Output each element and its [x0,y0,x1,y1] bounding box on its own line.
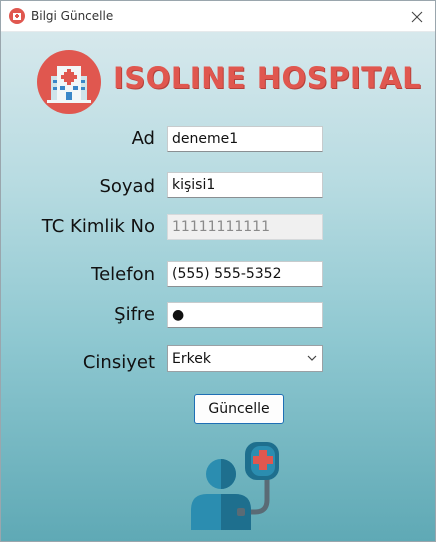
cinsiyet-label: Cinsiyet [82,352,155,373]
soyad-input[interactable] [167,172,323,198]
guncelle-button[interactable]: Güncelle [194,394,284,424]
window-title: Bilgi Güncelle [31,9,114,23]
hospital-name: ISOLINE HOSPITAL [113,61,422,95]
title-bar: Bilgi Güncelle [1,1,435,32]
ad-label: Ad [131,128,155,149]
sifre-label: Şifre [114,304,155,325]
sifre-input[interactable] [167,302,323,328]
soyad-label: Soyad [99,176,155,197]
chevron-down-icon [306,352,318,364]
telefon-label: Telefon [91,264,155,285]
tc-kimlik-label: TC Kimlik No [41,216,155,237]
cinsiyet-select[interactable]: Erkek [167,345,323,372]
doctor-stethoscope-icon [185,438,285,534]
telefon-input[interactable] [167,261,323,287]
update-info-window: Bilgi Güncelle ISOLINE HOSPITAL Ad denem… [0,0,436,542]
hospital-logo-icon [37,50,101,114]
form-area: ISOLINE HOSPITAL Ad Soyad TC Kimlik No T… [1,32,435,541]
hospital-icon [9,8,25,24]
cinsiyet-selected-value: Erkek [172,350,211,367]
ad-input[interactable] [167,126,323,152]
close-button[interactable] [405,5,429,29]
close-icon [411,11,423,23]
tc-kimlik-input [167,214,323,240]
